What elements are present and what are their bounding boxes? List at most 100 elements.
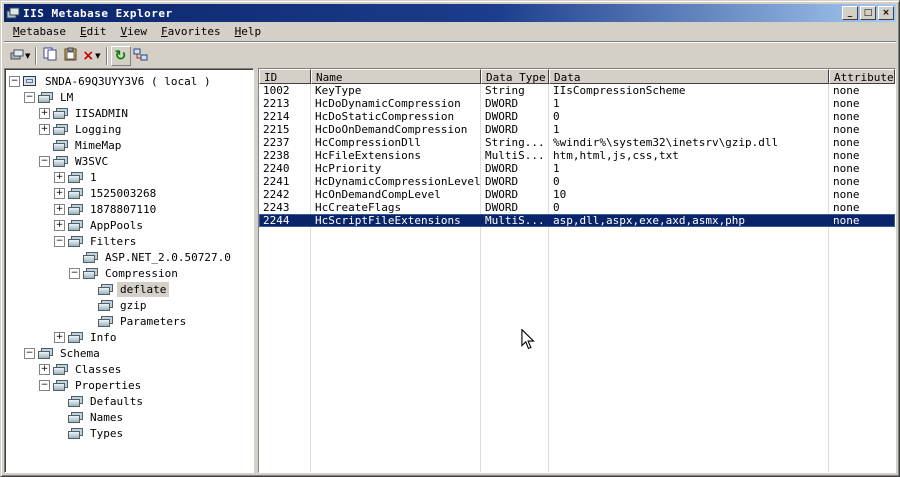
tree-item-parameters[interactable]: Parameters (5, 313, 253, 329)
tree-item-mimemap[interactable]: MimeMap (5, 137, 253, 153)
tree-item-logging[interactable]: + Logging (5, 121, 253, 137)
copy-icon (43, 47, 57, 64)
tree-item-snda-69q3uyy3v6-local[interactable]: − SNDA-69Q3UYY3V6 ( local ) (5, 73, 253, 89)
tree-item-names[interactable]: Names (5, 409, 253, 425)
tree-item-1878807110[interactable]: +1878807110 (5, 201, 253, 217)
column-header-data-type[interactable]: Data Type (481, 69, 549, 84)
refresh-button[interactable]: ↻ (110, 45, 131, 66)
column-header-data[interactable]: Data (549, 69, 829, 84)
tree-item-label: gzip (120, 298, 147, 312)
cell-data: %windir%\system32\inetsrv\gzip.dll (553, 136, 779, 149)
plus-expander-icon[interactable]: + (39, 107, 50, 119)
table-row-2240[interactable]: 2240 HcPriority DWORD 1 none (259, 162, 895, 175)
paste-button[interactable] (60, 46, 80, 66)
window-title: IIS Metabase Explorer (23, 6, 173, 20)
tree-item-1[interactable]: +1 (5, 169, 253, 185)
database-icon (53, 140, 68, 151)
plus-expander-icon[interactable]: + (54, 187, 65, 199)
cell-data-type: String (485, 84, 525, 97)
database-icon (83, 268, 98, 279)
minus-expander-icon[interactable]: − (24, 91, 35, 103)
tree-item-deflate[interactable]: deflate (5, 281, 253, 297)
column-header-id[interactable]: ID (259, 69, 311, 84)
menubar: Metabase Edit View Favorites Help (4, 22, 896, 42)
menu-edit[interactable]: Edit (73, 23, 114, 40)
table-row-2238[interactable]: 2238 HcFileExtensions MultiS... htm,html,js… (259, 149, 895, 162)
minus-expander-icon[interactable]: − (39, 379, 50, 391)
column-header-name[interactable]: Name (311, 69, 481, 84)
tree-item-filters[interactable]: − Filters (5, 233, 253, 249)
dropdown-arrow-icon[interactable]: ▼ (25, 52, 30, 60)
tree-item-types[interactable]: Types (5, 425, 253, 441)
database-icon (53, 380, 68, 391)
minus-expander-icon[interactable]: − (24, 347, 35, 359)
menu-view[interactable]: View (113, 23, 154, 40)
tree-item-label: deflate (117, 281, 170, 297)
table-row-1002[interactable]: 1002 KeyType String IIsCompressionScheme non… (259, 84, 895, 97)
cell-id: 2242 (263, 188, 290, 201)
minus-expander-icon[interactable]: − (39, 155, 50, 167)
minus-expander-icon[interactable]: − (9, 75, 20, 87)
tree-item-properties[interactable]: − Properties (5, 377, 253, 393)
tree-item-gzip[interactable]: gzip (5, 297, 253, 313)
toolbar: ▼ × ▼ ↻ (4, 43, 896, 68)
dropdown-arrow-icon[interactable]: ▼ (95, 52, 100, 60)
copy-button[interactable] (40, 46, 60, 66)
cell-data-type: DWORD (485, 188, 519, 201)
toolbar-separator (105, 46, 108, 65)
tree-item-apppools[interactable]: + AppPools (5, 217, 253, 233)
table-row-2244[interactable]: 2244 HcScriptFileExtensions MultiS... asp,d… (259, 214, 895, 227)
tree-item-label: Parameters (120, 314, 187, 328)
database-icon (68, 332, 83, 343)
tree-item-label: ASP.NET_2.0.50727.0 (105, 250, 231, 264)
database-icon (98, 284, 113, 295)
tree-item-schema[interactable]: − Schema (5, 345, 253, 361)
tree-item-compression[interactable]: − Compression (5, 265, 253, 281)
connect-button[interactable] (131, 46, 151, 66)
plus-expander-icon[interactable]: + (54, 331, 65, 343)
tree-item-info[interactable]: + Info (5, 329, 253, 345)
tree-item-label: SNDA-69Q3UYY3V6 ( local ) (45, 74, 211, 88)
maximize-button[interactable]: □ (860, 6, 876, 20)
close-button[interactable]: × (878, 6, 894, 20)
tree-item-lm[interactable]: − LM (5, 89, 253, 105)
tree-item-asp-net-2-0-50727-0[interactable]: ASP.NET_2.0.50727.0 (5, 249, 253, 265)
menu-metabase[interactable]: Metabase (6, 23, 73, 40)
cell-name: HcScriptFileExtensions (315, 214, 461, 227)
plus-expander-icon[interactable]: + (39, 363, 50, 375)
plus-expander-icon[interactable]: + (54, 219, 65, 231)
new-record-button[interactable]: ▼ (8, 46, 32, 66)
plus-expander-icon[interactable]: + (54, 203, 65, 215)
cell-name: KeyType (315, 84, 362, 97)
minus-expander-icon[interactable]: − (54, 235, 65, 247)
tree-item-label: Classes (75, 362, 122, 376)
minus-expander-icon[interactable]: − (69, 267, 80, 279)
tree-item-1525003268[interactable]: +1525003268 (5, 185, 253, 201)
plus-expander-icon[interactable]: + (39, 123, 50, 135)
table-header: ID Name Data Type Data Attributes (259, 69, 895, 84)
table-row-2237[interactable]: 2237 HcCompressionDll String... %windir%\sy… (259, 136, 895, 149)
tree-item-w3svc[interactable]: − W3SVC (5, 153, 253, 169)
table-row-2214[interactable]: 2214 HcDoStaticCompression DWORD 0 none (259, 110, 895, 123)
table-row-2213[interactable]: 2213 HcDoDynamicCompression DWORD 1 none (259, 97, 895, 110)
plus-expander-icon[interactable]: + (54, 171, 65, 183)
minimize-button[interactable]: _ (842, 6, 858, 20)
cell-attributes: none (833, 136, 860, 149)
table-row-2243[interactable]: 2243 HcCreateFlags DWORD 0 none (259, 201, 895, 214)
cell-name: HcFileExtensions (315, 149, 421, 162)
table-row-2241[interactable]: 2241 HcDynamicCompressionLevel DWORD 0 none (259, 175, 895, 188)
delete-button[interactable]: × ▼ (80, 46, 102, 66)
delete-x-icon: × (82, 47, 95, 64)
cell-attributes: none (833, 162, 860, 175)
tree-item-iisadmin[interactable]: + IISADMIN (5, 105, 253, 121)
menu-favorites[interactable]: Favorites (154, 23, 228, 40)
tree-item-defaults[interactable]: Defaults (5, 393, 253, 409)
table-row-2215[interactable]: 2215 HcDoOnDemandCompression DWORD 1 none (259, 123, 895, 136)
table-row-2242[interactable]: 2242 HcOnDemandCompLevel DWORD 10 none (259, 188, 895, 201)
menu-help[interactable]: Help (228, 23, 269, 40)
column-header-attributes[interactable]: Attributes (829, 69, 895, 84)
tree-item-label: Filters (90, 234, 137, 248)
tree-item-classes[interactable]: + Classes (5, 361, 253, 377)
